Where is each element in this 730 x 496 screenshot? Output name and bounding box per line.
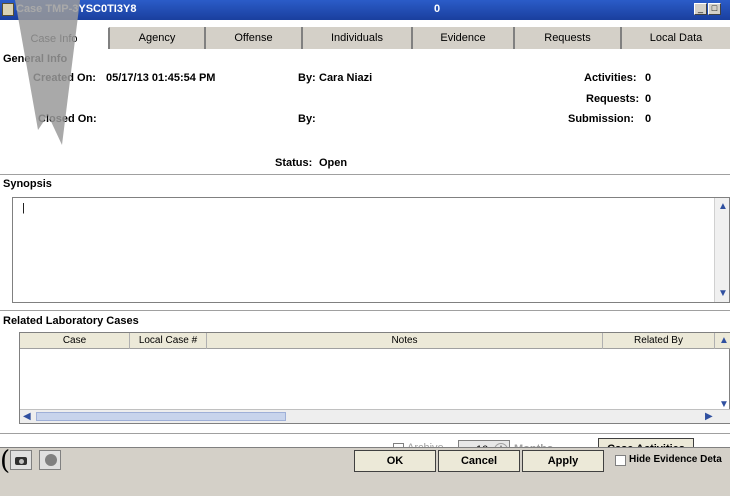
- column-header-case[interactable]: Case: [20, 333, 130, 349]
- created-on-field: [58, 85, 206, 107]
- title-center-value: 0: [434, 3, 441, 15]
- general-info-heading: General Info: [3, 53, 68, 65]
- apply-button[interactable]: Apply: [522, 450, 604, 472]
- maximize-button[interactable]: □: [708, 3, 721, 15]
- scroll-up-icon[interactable]: ▲: [718, 201, 728, 212]
- horizontal-scrollbar[interactable]: ◀ ▶: [20, 409, 730, 423]
- tab-label: Requests: [544, 32, 591, 44]
- created-on-value: 05/17/13 01:45:54 PM: [106, 72, 216, 84]
- tab-individuals[interactable]: Individuals: [303, 27, 413, 49]
- table-header: Case Local Case # Notes Related By ▲: [20, 333, 730, 349]
- scroll-down-icon[interactable]: ▼: [718, 288, 728, 299]
- related-cases-table[interactable]: Case Local Case # Notes Related By ▲ ▼ ◀…: [19, 332, 730, 424]
- submission-label: Submission:: [568, 113, 635, 125]
- activities-value: 0: [645, 72, 652, 84]
- minimize-button[interactable]: _: [694, 3, 707, 15]
- camera-icon[interactable]: [10, 450, 32, 470]
- column-header-related-by[interactable]: Related By: [603, 333, 715, 349]
- closed-on-label: Closed On:: [38, 113, 97, 125]
- tab-label: Evidence: [440, 32, 486, 44]
- hide-evidence-label: Hide Evidence Deta: [629, 454, 722, 465]
- divider: [0, 174, 730, 175]
- help-icon[interactable]: [39, 450, 61, 470]
- tab-label: Agency: [138, 32, 176, 44]
- created-by-field: [286, 85, 374, 107]
- synopsis-scrollbar[interactable]: ▲ ▼: [714, 198, 729, 302]
- created-by-label: By:: [298, 72, 316, 84]
- tab-local-data[interactable]: Local Data: [622, 27, 730, 49]
- tab-label: Case Info: [30, 33, 78, 45]
- tab-label: Offense: [234, 32, 273, 44]
- tab-case-info[interactable]: Case Info: [0, 27, 110, 49]
- requests-value: 0: [645, 93, 652, 105]
- tab-offense[interactable]: Offense: [206, 27, 303, 49]
- status-label: Status:: [275, 157, 313, 169]
- divider: [0, 310, 730, 311]
- synopsis-textarea[interactable]: | ▲ ▼: [12, 197, 730, 303]
- activities-label: Activities:: [584, 72, 637, 84]
- related-cases-heading: Related Laboratory Cases: [3, 315, 139, 327]
- app-icon: [2, 3, 14, 16]
- column-header-local-case[interactable]: Local Case #: [130, 333, 207, 349]
- created-on-label: Created On:: [33, 72, 96, 84]
- tab-label: Local Data: [649, 32, 703, 44]
- tab-bar: Case Info Agency Offense Individuals Evi…: [0, 27, 730, 49]
- scroll-thumb[interactable]: [36, 412, 286, 421]
- hide-evidence-checkbox[interactable]: [615, 455, 626, 466]
- tab-requests[interactable]: Requests: [515, 27, 622, 49]
- scroll-left-icon[interactable]: ◀: [23, 411, 31, 422]
- tab-agency[interactable]: Agency: [110, 27, 206, 49]
- tab-evidence[interactable]: Evidence: [413, 27, 515, 49]
- title-bar[interactable]: Case TMP-3YSC0TI3Y8 0 _ □: [0, 0, 730, 20]
- requests-label: Requests:: [586, 93, 640, 105]
- cancel-button[interactable]: Cancel: [438, 450, 520, 472]
- synopsis-text: |: [22, 202, 25, 214]
- partial-glyph: (: [0, 446, 11, 476]
- synopsis-heading: Synopsis: [3, 178, 52, 190]
- divider: [0, 433, 730, 434]
- window-title: Case TMP-3YSC0TI3Y8: [16, 3, 137, 15]
- submission-value: 0: [645, 113, 652, 125]
- ok-button[interactable]: OK: [354, 450, 436, 472]
- status-value: Open: [319, 157, 348, 169]
- scroll-up-icon[interactable]: ▲: [719, 335, 729, 346]
- scroll-right-icon[interactable]: ▶: [705, 411, 713, 422]
- column-header-notes[interactable]: Notes: [207, 333, 603, 349]
- tab-label: Individuals: [331, 32, 383, 44]
- closed-by-label: By:: [298, 113, 316, 125]
- footer-bar: ( OK Cancel Apply Hide Evidence Deta: [0, 446, 730, 496]
- created-by-value: Cara Niazi: [319, 72, 373, 84]
